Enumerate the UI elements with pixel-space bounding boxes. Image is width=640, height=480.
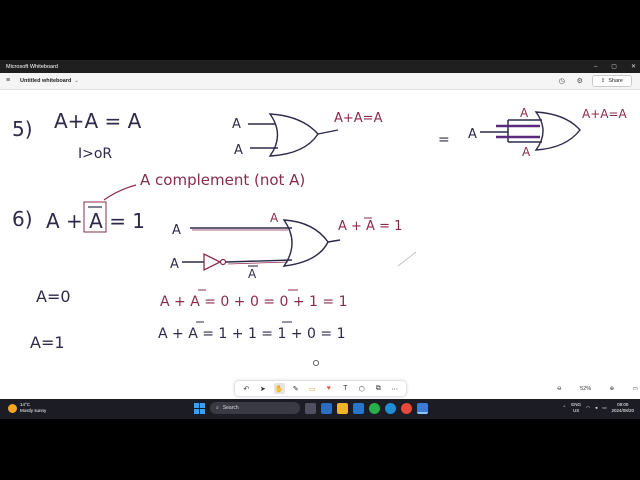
window-controls: – ▢ ✕: [594, 60, 636, 73]
lang-region: US: [572, 408, 580, 413]
history-icon[interactable]: ◷: [556, 75, 568, 87]
drawing-toolbar: ↶ ➤ ✋ ✎ ▭ ♥ T ⬡ ⧉ ⋯: [235, 381, 406, 396]
eq5-gate-output-wire: [317, 129, 339, 135]
letterbox-top: [0, 0, 640, 60]
eq5-alt-input-bottom: A: [522, 145, 531, 159]
eq6-gate-input2: A: [170, 257, 179, 272]
window-title: Microsoft Whiteboard: [6, 63, 58, 70]
chrome-icon[interactable]: [401, 402, 412, 414]
whiteboard-canvas[interactable]: 5) A+A = A I>oR A A A+A=A = A A A A+A=A …: [0, 90, 640, 399]
case2-equation: A + A = 1 + 1 = 1 + 0 = 1: [158, 326, 345, 342]
pen-tool-icon[interactable]: ✎: [290, 383, 301, 394]
eq6-wire-bottom-out: [225, 259, 293, 263]
app-header: ≡ Untitled whiteboard ⌄ ◷ ⚙ ⇪ Share: [0, 73, 640, 90]
weather-condition: Mostly sunny: [20, 408, 47, 413]
case1-label: A=0: [36, 287, 71, 306]
select-tool-icon[interactable]: ➤: [257, 383, 268, 394]
sticky-notes-icon[interactable]: ▭: [307, 383, 318, 394]
windows-taskbar: 14°C Mostly sunny ⌕ Search ⌃ ENG US ◠ ◂ …: [0, 399, 640, 419]
eq5-alt-equals: =: [438, 132, 450, 148]
vscode-icon[interactable]: [353, 402, 364, 414]
window-titlebar: Microsoft Whiteboard – ▢ ✕: [0, 60, 640, 73]
taskbar-apps: ⌕ Search: [194, 402, 428, 414]
wifi-icon[interactable]: ◠: [586, 405, 590, 411]
complement-arrow: [103, 184, 137, 201]
eq5-alt-or-gate: [534, 111, 581, 151]
eq6-gate-output: A + A = 1: [338, 219, 402, 234]
cursor-indicator: [312, 359, 320, 367]
share-button[interactable]: ⇪ Share: [591, 75, 632, 87]
eq6-gate-input1-label: A: [270, 211, 279, 225]
eq5-gate-input1: A: [232, 117, 241, 132]
eq5-gate-wires: [248, 123, 278, 149]
task-view-icon[interactable]: [305, 402, 316, 414]
chevron-down-icon[interactable]: ⌄: [74, 78, 78, 84]
eq6-not-label: A: [248, 267, 257, 281]
hamburger-menu-icon[interactable]: ≡: [6, 77, 10, 84]
eq5-alt-input-top: A: [520, 106, 529, 120]
letterbox-bottom: [0, 419, 640, 480]
shapes-icon[interactable]: ⬡: [356, 383, 367, 394]
minimize-button[interactable]: –: [594, 64, 597, 70]
more-options-icon[interactable]: ⋯: [389, 383, 400, 394]
tray-chevron-icon[interactable]: ⌃: [562, 405, 566, 411]
battery-icon[interactable]: ▭: [602, 405, 606, 411]
system-tray: ⌃ ENG US ◠ ◂ ▭ 09:00 2024/08/20: [562, 402, 634, 414]
volume-icon[interactable]: ◂: [595, 405, 597, 411]
text-tool-icon[interactable]: T: [340, 383, 351, 394]
eq5-alt-input: A: [468, 127, 477, 142]
edge-icon[interactable]: [385, 402, 396, 414]
eq6-or-gate: [282, 219, 329, 267]
file-explorer-icon[interactable]: [337, 402, 348, 414]
undo-icon[interactable]: ↶: [241, 383, 252, 394]
complement-note: A complement (not A): [140, 171, 305, 189]
reactions-icon[interactable]: ♥: [323, 383, 334, 394]
whiteboard-app-icon[interactable]: [417, 402, 428, 414]
appbar-actions: ◷ ⚙ ⇪ Share: [556, 75, 632, 87]
eq6-number: 6): [12, 207, 33, 231]
whatsapp-icon[interactable]: [369, 402, 380, 414]
eq5-equation: A+A = A: [54, 109, 142, 133]
maximize-button[interactable]: ▢: [611, 63, 617, 70]
close-button[interactable]: ✕: [631, 63, 636, 70]
whiteboard-drawing: 5) A+A = A I>oR A A A+A=A = A A A A+A=A …: [12, 106, 628, 367]
eq5-alt-output: A+A=A: [582, 107, 628, 121]
eq6-equation: A + A = 1: [46, 209, 145, 233]
zoom-in-icon[interactable]: ⊕: [610, 386, 615, 392]
taskbar-search[interactable]: ⌕ Search: [210, 402, 300, 414]
eq6-gate-output-wire: [327, 239, 341, 243]
sun-icon: [8, 403, 17, 413]
zoom-out-icon[interactable]: ⊖: [557, 386, 562, 392]
search-label: Search: [222, 405, 239, 411]
search-icon: ⌕: [216, 405, 219, 411]
eq5-number: 5): [12, 117, 33, 141]
language-indicator[interactable]: ENG US: [571, 402, 581, 414]
share-icon: ⇪: [600, 78, 606, 84]
eq6-gate-input1: A: [172, 223, 181, 238]
case2-label: A=1: [30, 333, 65, 352]
document-title[interactable]: Untitled whiteboard: [20, 78, 71, 84]
clock-date: 2024/08/20: [611, 408, 634, 413]
eq5-or-gate: [268, 113, 319, 157]
fit-screen-icon[interactable]: ▭: [633, 386, 638, 392]
copy-icon[interactable]: ⧉: [373, 383, 384, 394]
widgets-icon[interactable]: [321, 402, 332, 414]
stray-stroke: [397, 251, 417, 267]
clock[interactable]: 09:00 2024/08/20: [611, 402, 634, 414]
eq5-gate-input2: A: [234, 143, 243, 158]
eq5-gate-output: A+A=A: [334, 111, 383, 126]
case1-equation: A + A = 0 + 0 = 0 + 1 = 1: [160, 294, 347, 310]
zoom-controls: ⊖ 52% ⊕ ▭: [557, 381, 638, 396]
eq5-note: I>oR: [78, 146, 112, 162]
zoom-level[interactable]: 52%: [580, 386, 591, 392]
hand-tool-icon[interactable]: ✋: [273, 383, 285, 394]
not-gate: [203, 252, 222, 272]
windows-start-icon[interactable]: [194, 402, 205, 414]
eq5-alt-wires: [480, 119, 542, 143]
settings-icon[interactable]: ⚙: [574, 75, 586, 87]
weather-widget[interactable]: 14°C Mostly sunny: [8, 402, 46, 414]
share-label: Share: [608, 78, 623, 84]
